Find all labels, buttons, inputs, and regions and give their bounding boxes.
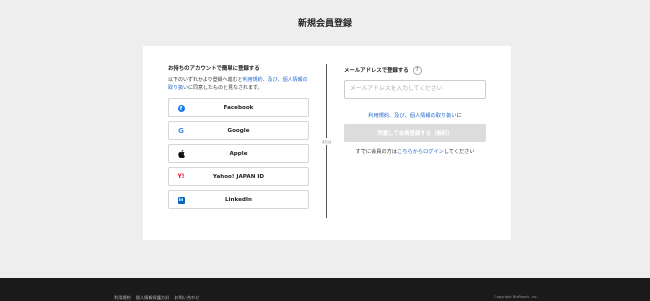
desc-text-before: 以下のいずれかより登録へ進むと (168, 77, 243, 83)
copyright: Copyright BizReach, Inc. (494, 295, 538, 299)
desc-text-after: に同意したものと見なされます。 (188, 85, 263, 92)
google-signup-button[interactable]: G Google (168, 121, 309, 141)
social-signup-heading: お持ちのアカウントで簡単に登録する (168, 66, 260, 72)
signup-card: お持ちのアカウントで簡単に登録する 以下のいずれかより登録へ進むと利用規約、及び… (143, 46, 511, 240)
login-suffix: してください (443, 148, 475, 155)
yahoo-japan-button-label: Yahoo! JAPAN ID (212, 173, 265, 180)
yahoo-japan-icon: Y! (177, 173, 185, 181)
email-signup-heading: メールアドレスで登録する ? (344, 65, 486, 75)
footer: 利用規約 個人情報保護方針 お問い合わせ Copyright BizReach,… (0, 278, 650, 301)
facebook-icon: f (177, 104, 185, 112)
facebook-signup-button[interactable]: f Facebook (168, 98, 309, 118)
social-signup-description: 以下のいずれかより登録へ進むと利用規約、及び、個人情報の取り扱いに同意したものと… (168, 76, 309, 92)
login-link[interactable]: こちらからログイン (397, 149, 444, 155)
apple-icon (177, 150, 185, 159)
email-terms-link[interactable]: 利用規約、及び、個人情報の取り扱い (368, 113, 456, 119)
footer-links: 利用規約 個人情報保護方針 お問い合わせ (114, 295, 199, 301)
facebook-button-label: Facebook (223, 104, 254, 111)
linkedin-signup-button[interactable]: in LinkedIn (168, 190, 309, 210)
footer-link-contact[interactable]: お問い合わせ (174, 295, 199, 301)
email-signup-heading-text: メールアドレスで登録する (344, 68, 409, 74)
email-input[interactable] (344, 79, 486, 99)
linkedin-button-label: LinkedIn (225, 196, 252, 203)
email-terms-line: 利用規約、及び、個人情報の取り扱いに (344, 112, 486, 119)
footer-link-privacy[interactable]: 個人情報保護方針 (136, 295, 170, 301)
help-icon[interactable]: ? (412, 65, 422, 75)
footer-link-terms[interactable]: 利用規約 (114, 295, 131, 301)
linkedin-icon: in (177, 196, 185, 204)
apple-signup-button[interactable]: Apple (168, 144, 309, 164)
login-prompt: すでに会員の方はこちらからログインしてください (344, 148, 486, 155)
apple-button-label: Apple (229, 150, 248, 157)
divider-or-label: または (321, 138, 332, 145)
email-terms-suffix: に (456, 112, 462, 119)
google-icon: G (178, 127, 184, 136)
agree-and-register-button[interactable]: 同意して会員登録する（無料） (344, 123, 486, 142)
social-button-list: f Facebook G Google Apple Y! Yahoo! JAPA… (168, 98, 309, 210)
google-button-label: Google (227, 127, 250, 134)
login-prefix: すでに会員の方は (355, 148, 398, 155)
social-signup-section: お持ちのアカウントで簡単に登録する 以下のいずれかより登録へ進むと利用規約、及び… (168, 65, 309, 213)
email-signup-section: メールアドレスで登録する ? 利用規約、及び、個人情報の取り扱いに 同意して会員… (344, 65, 486, 155)
page-title: 新規会員登録 (297, 19, 352, 29)
yahoo-japan-signup-button[interactable]: Y! Yahoo! JAPAN ID (168, 167, 309, 187)
